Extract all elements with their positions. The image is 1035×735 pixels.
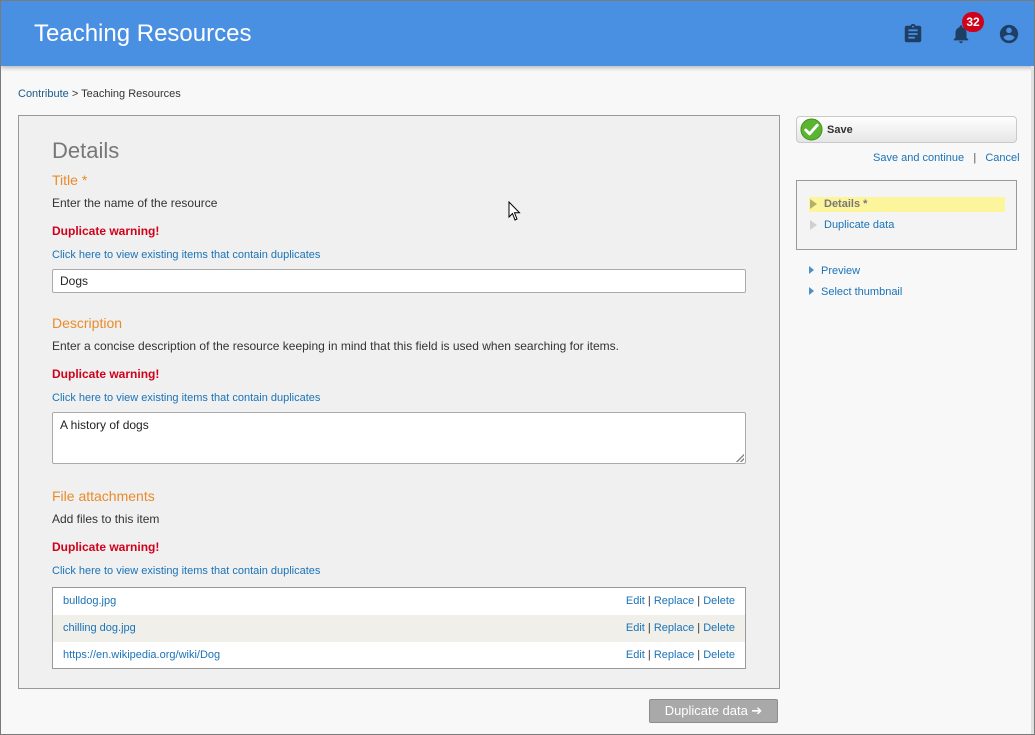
step-details[interactable]: Details * — [809, 197, 1005, 212]
breadcrumb-separator: > — [68, 88, 82, 100]
title-label: Title * — [52, 172, 88, 188]
attachments-help: Add files to this item — [52, 512, 160, 526]
select-thumbnail-link[interactable]: Select thumbnail — [809, 286, 902, 298]
step-label: Details * — [824, 198, 868, 210]
attachment-row: bulldog.jpg Edit | Replace | Delete — [53, 588, 745, 615]
clipboard-icon[interactable] — [902, 23, 924, 45]
delete-link[interactable]: Delete — [703, 595, 735, 607]
edit-link[interactable]: Edit — [626, 595, 645, 607]
attachment-name[interactable]: bulldog.jpg — [63, 588, 116, 615]
title-duplicate-warning: Duplicate warning! — [52, 224, 160, 238]
app-window: Teaching Resources 32 Contribute > Teach… — [0, 0, 1035, 735]
step-arrow-icon — [810, 220, 817, 230]
replace-link[interactable]: Replace — [654, 622, 694, 634]
details-heading: Details — [52, 138, 120, 163]
edit-link[interactable]: Edit — [626, 622, 645, 634]
description-duplicate-warning: Duplicate warning! — [52, 367, 160, 381]
description-duplicates-link[interactable]: Click here to view existing items that c… — [52, 392, 320, 404]
save-label: Save — [827, 124, 853, 136]
duplicate-data-button[interactable]: Duplicate data ➔ — [649, 699, 778, 723]
details-panel: Details Title * Enter the name of the re… — [18, 115, 780, 689]
link-separator: | — [973, 152, 977, 164]
preview-label: Preview — [821, 265, 861, 277]
attachments-duplicate-warning: Duplicate warning! — [52, 540, 160, 554]
save-and-continue-link[interactable]: Save and continue — [873, 152, 964, 164]
step-duplicate-data[interactable]: Duplicate data — [809, 218, 1005, 233]
account-icon[interactable] — [998, 23, 1020, 45]
replace-link[interactable]: Replace — [654, 595, 694, 607]
description-value: A history of dogs — [60, 418, 149, 432]
attachment-actions: Edit | Replace | Delete — [625, 595, 735, 607]
triangle-right-icon — [809, 287, 814, 295]
attachment-row: https://en.wikipedia.org/wiki/Dog Edit |… — [53, 642, 745, 669]
attachment-actions: Edit | Replace | Delete — [625, 649, 735, 661]
delete-link[interactable]: Delete — [703, 649, 735, 661]
scrollbar[interactable] — [1031, 66, 1034, 734]
save-links: Save and continue | Cancel — [873, 152, 1020, 164]
attachment-name[interactable]: https://en.wikipedia.org/wiki/Dog — [63, 642, 220, 669]
cancel-link[interactable]: Cancel — [985, 152, 1019, 164]
mouse-cursor-icon — [508, 201, 521, 221]
attachments-table: bulldog.jpg Edit | Replace | Delete chil… — [52, 587, 746, 669]
page-title: Teaching Resources — [34, 20, 252, 47]
edit-link[interactable]: Edit — [626, 649, 645, 661]
delete-link[interactable]: Delete — [703, 622, 735, 634]
attachment-row: chilling dog.jpg Edit | Replace | Delete — [53, 615, 745, 642]
breadcrumb-contribute-link[interactable]: Contribute — [18, 88, 69, 100]
preview-link[interactable]: Preview — [809, 265, 860, 277]
breadcrumb-current: Teaching Resources — [81, 88, 181, 100]
description-label: Description — [52, 315, 123, 331]
breadcrumb: Contribute > Teaching Resources — [18, 88, 181, 100]
description-textarea[interactable]: A history of dogs — [52, 412, 746, 464]
step-arrow-icon — [810, 199, 817, 209]
wizard-steps: Details * Duplicate data — [796, 180, 1017, 250]
attachment-actions: Edit | Replace | Delete — [625, 622, 735, 634]
triangle-right-icon — [809, 266, 814, 274]
title-input[interactable]: Dogs — [52, 269, 746, 293]
select-thumbnail-label: Select thumbnail — [821, 286, 903, 298]
save-button[interactable]: Save — [796, 116, 1017, 143]
description-help: Enter a concise description of the resou… — [52, 339, 619, 353]
check-icon — [800, 118, 823, 141]
step-label: Duplicate data — [824, 219, 895, 231]
attachment-name[interactable]: chilling dog.jpg — [63, 615, 136, 642]
title-duplicates-link[interactable]: Click here to view existing items that c… — [52, 249, 320, 261]
title-help: Enter the name of the resource — [52, 196, 218, 210]
app-header: Teaching Resources 32 — [1, 1, 1034, 66]
resize-handle[interactable] — [736, 454, 744, 462]
attachments-duplicates-link[interactable]: Click here to view existing items that c… — [52, 565, 320, 577]
attachments-label: File attachments — [52, 488, 155, 504]
notification-badge: 32 — [962, 12, 984, 32]
replace-link[interactable]: Replace — [654, 649, 694, 661]
